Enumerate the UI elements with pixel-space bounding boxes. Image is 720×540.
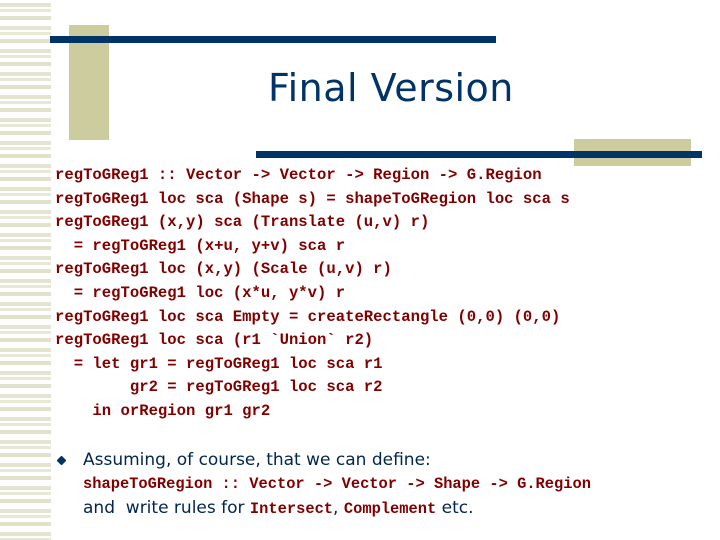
bullet-code-line: shapeToGRegion :: Vector -> Vector -> Sh… — [83, 475, 591, 493]
slide-title: Final Version — [268, 66, 514, 110]
code-line: = let gr1 = regToGReg1 loc sca r1 — [55, 354, 383, 373]
decorative-stripe-strip — [0, 0, 51, 540]
code-line: = regToGReg1 (x+u, y+v) sca r — [55, 236, 346, 255]
code-line: regToGReg1 loc sca (Shape s) = shapeToGR… — [55, 189, 570, 208]
rules-suffix: etc. — [436, 498, 474, 518]
code-line: regToGReg1 (x,y) sca (Translate (u,v) r) — [55, 213, 430, 232]
diamond-bullet-icon — [56, 455, 67, 466]
code-line: in orRegion gr1 gr2 — [55, 401, 271, 420]
code-line: regToGReg1 loc sca (r1 `Union` r2) — [55, 331, 374, 350]
code-complement: Complement — [343, 500, 437, 518]
code-line: = regToGReg1 loc (x*u, y*v) r — [55, 283, 346, 302]
code-intersect: Intersect — [249, 500, 334, 518]
code-line: regToGReg1 loc sca Empty = createRectang… — [55, 307, 561, 326]
rules-prefix: and write rules for — [83, 498, 250, 518]
decorative-title-bar-top — [50, 36, 496, 43]
code-block: regToGReg1 :: Vector -> Vector -> Region… — [55, 164, 570, 424]
code-line: regToGReg1 loc (x,y) (Scale (u,v) r) — [55, 260, 392, 279]
decorative-title-bar-bottom — [256, 151, 702, 158]
rules-separator: , — [333, 498, 344, 518]
bullet-text-line-rules: and write rules for Intersect, Complemen… — [83, 496, 591, 520]
code-line: regToGReg1 :: Vector -> Vector -> Region… — [55, 166, 542, 184]
code-line: gr2 = regToGReg1 loc sca r2 — [55, 378, 383, 397]
bullet-text-line: Assuming, of course, that we can define: — [83, 450, 431, 470]
